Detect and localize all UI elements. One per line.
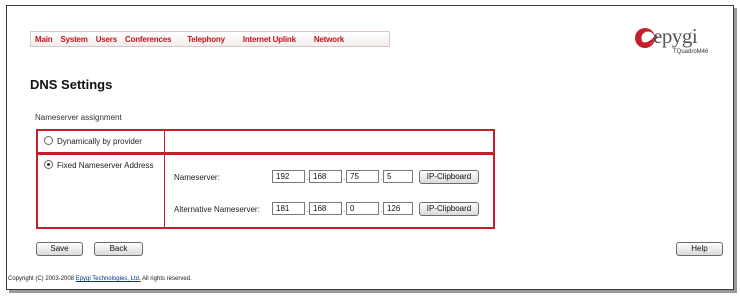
page-title: DNS Settings	[30, 77, 113, 92]
alt-nameserver-octet-3[interactable]: 0	[346, 202, 379, 215]
nameserver-octet-3[interactable]: 75	[346, 170, 379, 183]
alt-nameserver-octet-1[interactable]: 181	[272, 202, 305, 215]
alt-nameserver-dot-2: .	[343, 205, 346, 214]
nameserver-octet-2[interactable]: 168	[309, 170, 342, 183]
nameserver-dot-2: .	[343, 173, 346, 182]
nameserver-label: Nameserver:	[174, 173, 220, 182]
dynamic-option-divider	[164, 131, 165, 153]
nameserver-octet-1[interactable]: 192	[272, 170, 305, 183]
menu-item-system[interactable]: System	[56, 35, 91, 44]
alt-nameserver-dot-1: .	[306, 205, 309, 214]
dynamic-provider-label: Dynamically by provider	[57, 137, 142, 146]
menu-item-conferences[interactable]: Conferences	[121, 35, 175, 44]
main-menu: Main System Users Conferences Telephony …	[30, 31, 390, 47]
logo-wordmark: epygi	[653, 24, 698, 48]
menu-item-internet-uplink[interactable]: Internet Uplink	[229, 35, 300, 44]
nameserver-octet-4[interactable]: 5	[383, 170, 413, 183]
copyright-suffix: All rights reserved.	[140, 276, 192, 282]
copyright-prefix: Copyright (C) 2003-2008	[8, 276, 76, 282]
menu-item-telephony[interactable]: Telephony	[175, 35, 229, 44]
fixed-nameserver-radio[interactable]	[44, 160, 53, 169]
alt-nameserver-ip-clipboard-button[interactable]: IP-Clipboard	[419, 202, 479, 216]
alt-nameserver-label: Alternative Nameserver:	[174, 205, 260, 214]
menu-item-network[interactable]: Network	[300, 35, 348, 44]
menu-item-users[interactable]: Users	[92, 35, 121, 44]
nameserver-ip-clipboard-button[interactable]: IP-Clipboard	[419, 170, 479, 184]
back-button[interactable]: Back	[94, 242, 143, 256]
copyright-footer: Copyright (C) 2003-2008 Epygi Technologi…	[8, 276, 192, 282]
section-label: Nameserver assignment	[35, 113, 122, 122]
menu-item-main[interactable]: Main	[31, 35, 56, 44]
device-model: TQuadroM46	[673, 49, 709, 55]
company-link[interactable]: Epygi Technologies, Ltd.	[76, 276, 141, 282]
help-button[interactable]: Help	[676, 242, 723, 256]
save-button[interactable]: Save	[36, 242, 83, 256]
brand-logo: epygi TQuadroM46	[633, 24, 723, 58]
nameserver-dot-3: .	[380, 173, 383, 182]
dynamic-provider-radio[interactable]	[44, 136, 53, 145]
alt-nameserver-octet-4[interactable]: 126	[383, 202, 413, 215]
nameserver-dot-1: .	[306, 173, 309, 182]
fixed-nameserver-label: Fixed Nameserver Address	[57, 161, 154, 170]
alt-nameserver-octet-2[interactable]: 168	[309, 202, 342, 215]
fixed-option-divider	[164, 155, 165, 227]
alt-nameserver-dot-3: .	[380, 205, 383, 214]
